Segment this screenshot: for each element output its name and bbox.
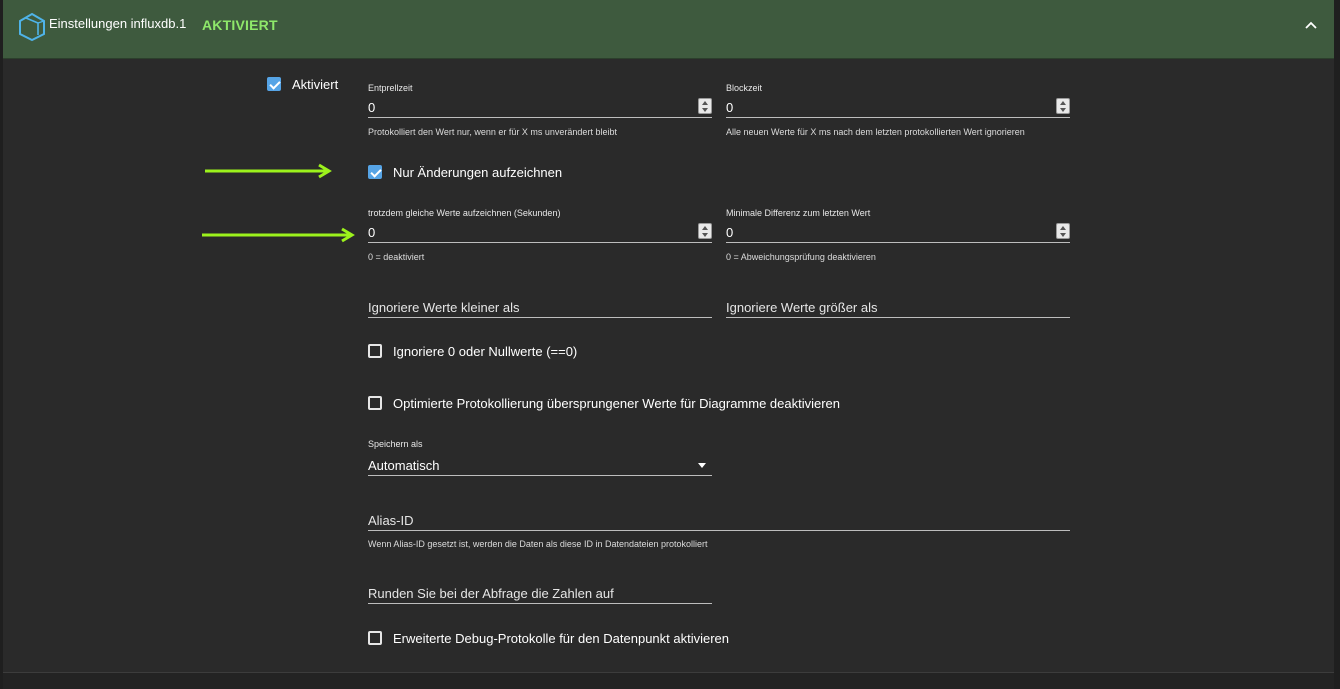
panel-footer xyxy=(3,673,1334,689)
changes-only-checkbox[interactable] xyxy=(368,165,382,179)
ignore-above-input[interactable]: Ignoriere Werte größer als xyxy=(726,298,1070,318)
same-values-spinner[interactable] xyxy=(698,223,712,239)
debug-label: Erweiterte Debug-Protokolle für den Date… xyxy=(393,631,730,646)
store-as-label: Speichern als xyxy=(368,439,423,449)
min-diff-label: Minimale Differenz zum letzten Wert xyxy=(726,208,871,218)
disable-skipped-label: Optimierte Protokollierung übersprungene… xyxy=(393,396,841,411)
store-as-select[interactable]: Automatisch xyxy=(368,456,712,476)
debounce-helper: Protokolliert den Wert nur, wenn er für … xyxy=(368,127,617,137)
same-values-label: trotzdem gleiche Werte aufzeichnen (Seku… xyxy=(368,208,561,218)
same-values-helper: 0 = deaktiviert xyxy=(368,252,425,262)
min-diff-spinner[interactable] xyxy=(1056,223,1070,239)
ignore-zero-label: Ignoriere 0 oder Nullwerte (==0) xyxy=(393,344,578,359)
enabled-checkbox[interactable] xyxy=(267,77,281,91)
debounce-spinner[interactable] xyxy=(698,98,712,114)
alias-helper: Wenn Alias-ID gesetzt ist, werden die Da… xyxy=(368,539,708,549)
alias-id-input[interactable]: Alias-ID xyxy=(368,511,1070,531)
ignore-zero-checkbox[interactable] xyxy=(368,344,382,358)
arrow-annotation-icon xyxy=(202,227,355,243)
min-diff-input[interactable]: 0 xyxy=(726,223,1070,243)
disable-skipped-checkbox[interactable] xyxy=(368,396,382,410)
min-diff-helper: 0 = Abweichungsprüfung deaktivieren xyxy=(726,252,876,262)
changes-only-label: Nur Änderungen aufzeichnen xyxy=(393,165,563,180)
caret-down-icon xyxy=(698,463,706,468)
debounce-input[interactable]: 0 xyxy=(368,98,712,118)
panel-title: Einstellungen influxdb.1 xyxy=(49,16,187,31)
debug-checkbox[interactable] xyxy=(368,631,382,645)
round-input[interactable]: Runden Sie bei der Abfrage die Zahlen au… xyxy=(368,584,712,604)
influxdb-cube-icon xyxy=(19,12,45,42)
debounce-label: Entprellzeit xyxy=(368,83,413,93)
arrow-annotation-icon xyxy=(205,163,332,179)
panel-header[interactable]: Einstellungen influxdb.1 AKTIVIERT xyxy=(3,0,1334,59)
ignore-below-input[interactable]: Ignoriere Werte kleiner als xyxy=(368,298,712,318)
blocktime-input[interactable]: 0 xyxy=(726,98,1070,118)
blocktime-spinner[interactable] xyxy=(1056,98,1070,114)
blocktime-label: Blockzeit xyxy=(726,83,763,93)
blocktime-helper: Alle neuen Werte für X ms nach dem letzt… xyxy=(726,127,1025,137)
chevron-up-icon[interactable] xyxy=(1302,17,1320,35)
enabled-label: Aktiviert xyxy=(292,77,339,92)
same-values-input[interactable]: 0 xyxy=(368,223,712,243)
status-badge: AKTIVIERT xyxy=(202,17,278,33)
